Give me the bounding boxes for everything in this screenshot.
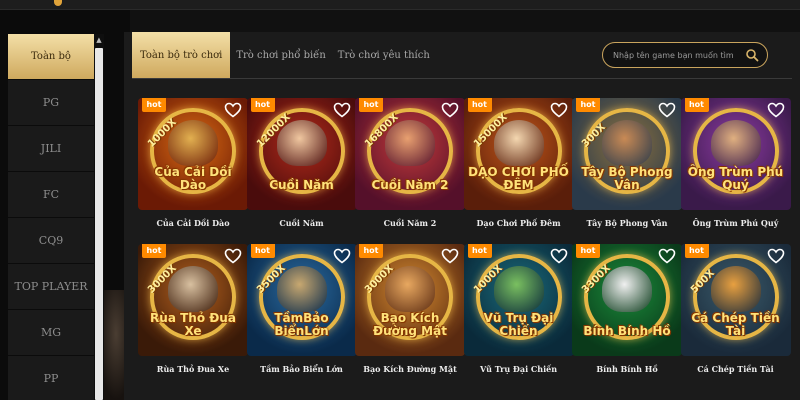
hot-badge: hot <box>684 244 709 258</box>
game-logo-text: Cuồi Năm <box>269 178 334 192</box>
hot-badge: hot <box>142 98 166 112</box>
tab-0[interactable]: Toàn bộ trò chơi <box>132 32 231 78</box>
game-logo-text: Rùa Thỏ Đua Xe <box>150 311 236 338</box>
sidebar-item-pp[interactable]: PP <box>8 356 94 400</box>
game-card[interactable]: 12000X Cuồi Năm hot Cuồi Năm <box>246 98 357 228</box>
game-title[interactable]: Cuồi Năm <box>247 218 357 228</box>
game-title[interactable]: Ông Trùm Phú Quý <box>681 218 791 228</box>
game-logo-text: Tây Bộ Phong Vân <box>581 165 673 192</box>
favorite-heart-icon[interactable] <box>767 102 785 118</box>
tabs-divider <box>132 78 792 79</box>
game-card[interactable]: 3300X Bính Bính Hồ hot Bính Bính Hồ <box>572 244 682 374</box>
search-icon[interactable] <box>745 48 759 62</box>
mascot-illustration <box>602 120 652 166</box>
category-tabs: Toàn bộ trò chơi Trò chơi phổ biến Trò chơ… <box>132 32 436 78</box>
game-logo-text: Vũ Trụ Đại Chiến <box>483 311 554 338</box>
game-card[interactable]: 3000X Rùa Thỏ Đua Xe hot Rùa Thỏ Đua Xe <box>138 244 248 374</box>
game-logo-text: Ông Trùm Phú Quý <box>687 165 784 192</box>
game-title[interactable]: Tầm Bảo Biển Lớn <box>247 364 357 374</box>
scroll-thumb[interactable] <box>95 48 103 400</box>
game-card[interactable]: 1000X Của Cải Dồi Dào hot Của Cải Dồi Dào <box>138 98 248 228</box>
games-panel: Toàn bộ trò chơi Trò chơi phổ biến Trò chơ… <box>124 32 800 400</box>
game-thumbnail[interactable]: 1000X Của Cải Dồi Dào hot <box>138 98 248 210</box>
game-card[interactable]: 3000X Bạo Kích Đường Mật hot Bạo Kích Đường… <box>355 244 465 374</box>
game-title[interactable]: Bính Bính Hồ <box>572 364 682 374</box>
game-thumbnail[interactable]: 16800X Cuồi Năm 2 hot <box>355 98 465 210</box>
sidebar-item-toàn-bộ[interactable]: Toàn bộ <box>8 34 94 80</box>
game-card[interactable]: 300X Tây Bộ Phong Vân hot Tây Bộ Phong Vân <box>572 98 682 228</box>
tab-2[interactable]: Trò chơi yêu thích <box>332 32 436 78</box>
hot-badge: hot <box>359 244 383 258</box>
game-card[interactable]: 1000X Vũ Trụ Đại Chiến hot Vũ Trụ Đại Chiến <box>463 244 574 374</box>
game-card[interactable]: 15000X DẠO CHƠI PHỐ ĐÊM hot Dạo Chơi Phố Đê… <box>463 98 574 228</box>
sidebar-item-fc[interactable]: FC <box>8 172 94 218</box>
favorite-heart-icon[interactable] <box>333 102 351 118</box>
sidebar-item-pg[interactable]: PG <box>8 80 94 126</box>
game-logo-text: Cuồi Năm 2 <box>371 178 449 192</box>
game-card[interactable]: 500X Cá Chép Tiền Tài hot Cá Chép Tiền Tài <box>680 244 791 374</box>
favorite-heart-icon[interactable] <box>224 102 242 118</box>
game-title[interactable]: Bạo Kích Đường Mật <box>355 364 465 374</box>
game-thumbnail[interactable]: 3300X Bính Bính Hồ hot <box>572 244 682 356</box>
game-logo-text: Bạo Kích Đường Mật <box>373 311 447 338</box>
hot-badge: hot <box>684 98 709 112</box>
search-input[interactable] <box>613 47 745 63</box>
game-title[interactable]: Vũ Trụ Đại Chiến <box>464 364 574 374</box>
hot-badge: hot <box>576 244 600 258</box>
game-thumbnail[interactable]: 15000X DẠO CHƠI PHỐ ĐÊM hot <box>463 98 574 210</box>
sidebar-item-top-player[interactable]: TOP PLAYER <box>8 264 94 310</box>
sidebar-scrollbar[interactable]: ▲ <box>94 34 104 400</box>
game-title[interactable]: Cá Chép Tiền Tài <box>681 364 791 374</box>
provider-sidebar: Toàn bộ PG JILI FC CQ9 TOP PLAYER MG PP <box>8 34 94 400</box>
top-bar <box>0 0 800 10</box>
favorite-heart-icon[interactable] <box>658 102 676 118</box>
game-title[interactable]: Rùa Thỏ Đua Xe <box>138 364 248 374</box>
game-title[interactable]: Dạo Chơi Phố Đêm <box>464 218 574 228</box>
favorite-heart-icon[interactable] <box>550 102 568 118</box>
game-thumbnail[interactable]: 300X Tây Bộ Phong Vân hot <box>572 98 682 210</box>
favorite-heart-icon[interactable] <box>441 102 459 118</box>
hot-badge: hot <box>467 244 492 258</box>
scroll-up-arrow-icon[interactable]: ▲ <box>94 34 104 46</box>
game-logo-text: Cá Chép Tiền Tài <box>691 311 780 338</box>
search-box <box>602 42 768 68</box>
hot-badge: hot <box>250 244 275 258</box>
hot-badge: hot <box>467 98 492 112</box>
game-logo-text: TầmBảo BiểnLớn <box>274 311 329 338</box>
hot-badge: hot <box>576 98 600 112</box>
game-title[interactable]: Cuồi Năm 2 <box>355 218 465 228</box>
favorite-heart-icon[interactable] <box>224 248 242 264</box>
game-lobby-page: Toàn bộ PG JILI FC CQ9 TOP PLAYER MG PP ▲ Toàn … <box>0 0 800 400</box>
game-thumbnail[interactable]: 500X Cá Chép Tiền Tài hot <box>680 244 791 356</box>
game-card[interactable]: 16800X Cuồi Năm 2 hot Cuồi Năm 2 <box>355 98 465 228</box>
favorite-heart-icon[interactable] <box>767 248 785 264</box>
sidebar-item-mg[interactable]: MG <box>8 310 94 356</box>
game-logo-text: Của Cải Dồi Dào <box>154 165 232 192</box>
game-thumbnail[interactable]: 3500X TầmBảo BiểnLớn hot <box>246 244 357 356</box>
game-thumbnail[interactable]: 1000X Vũ Trụ Đại Chiến hot <box>463 244 574 356</box>
game-logo-text: DẠO CHƠI PHỐ ĐÊM <box>468 165 569 192</box>
tab-1[interactable]: Trò chơi phổ biến <box>230 32 331 78</box>
mascot-illustration <box>710 266 761 312</box>
game-thumbnail[interactable]: 12000X Cuồi Năm hot <box>246 98 357 210</box>
game-thumbnail[interactable]: Ông Trùm Phú Quý hot <box>680 98 791 210</box>
game-title[interactable]: Tây Bộ Phong Vân <box>572 218 682 228</box>
hot-badge: hot <box>142 244 166 258</box>
game-thumbnail[interactable]: 3000X Rùa Thỏ Đua Xe hot <box>138 244 248 356</box>
hot-badge: hot <box>250 98 275 112</box>
mascot-illustration <box>710 120 761 166</box>
game-title[interactable]: Của Cải Dồi Dào <box>138 218 248 228</box>
game-card[interactable]: 3500X TầmBảo BiểnLớn hot Tầm Bảo Biển Lớn <box>246 244 357 374</box>
logo-fragment <box>54 0 62 6</box>
favorite-heart-icon[interactable] <box>550 248 568 264</box>
game-card[interactable]: Ông Trùm Phú Quý hot Ông Trùm Phú Quý <box>680 98 791 228</box>
sidebar-item-jili[interactable]: JILI <box>8 126 94 172</box>
favorite-heart-icon[interactable] <box>333 248 351 264</box>
favorite-heart-icon[interactable] <box>658 248 676 264</box>
sidebar-item-cq9[interactable]: CQ9 <box>8 218 94 264</box>
favorite-heart-icon[interactable] <box>441 248 459 264</box>
game-logo-text: Bính Bính Hồ <box>583 324 671 338</box>
game-thumbnail[interactable]: 3000X Bạo Kích Đường Mật hot <box>355 244 465 356</box>
hot-badge: hot <box>359 98 383 112</box>
